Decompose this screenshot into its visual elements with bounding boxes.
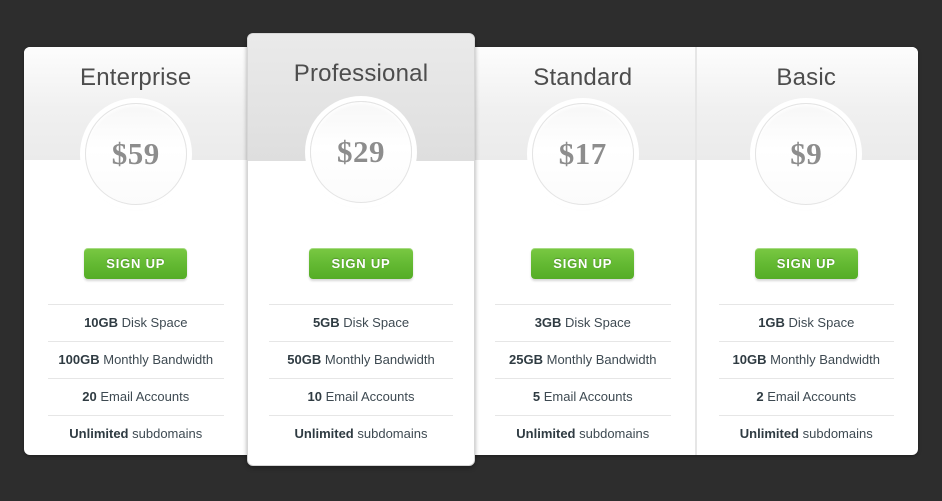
feature-label: subdomains — [579, 426, 650, 442]
feature-value: 50GB — [287, 352, 322, 368]
feature-label: Monthly Bandwidth — [770, 352, 880, 368]
plan-price: $59 — [111, 136, 160, 172]
feature-list: 10GB Disk Space 100GB Monthly Bandwidth … — [48, 304, 224, 452]
feature-label: Disk Space — [343, 315, 410, 331]
signup-button[interactable]: SIGN UP — [84, 248, 188, 280]
pricing-column-professional-featured: Professional $29 SIGN UP 5GB Disk Space … — [247, 33, 475, 466]
signup-button[interactable]: SIGN UP — [754, 248, 858, 280]
feature-item: Unlimited subdomains — [48, 415, 224, 452]
feature-value: 10GB — [84, 315, 119, 331]
feature-label: subdomains — [802, 426, 873, 442]
feature-label: Disk Space — [788, 315, 855, 331]
plan-price: $17 — [558, 136, 607, 172]
feature-value: 1GB — [758, 315, 785, 331]
feature-label: Monthly Bandwidth — [103, 352, 214, 368]
feature-value: Unlimited — [294, 426, 354, 442]
feature-item: 10GB Disk Space — [48, 304, 224, 341]
feature-value: 100GB — [58, 352, 100, 368]
feature-label: subdomains — [132, 426, 203, 442]
feature-item: 20 Email Accounts — [48, 378, 224, 415]
feature-value: Unlimited — [516, 426, 576, 442]
pricing-page: Enterprise $59 SIGN UP 10GB Disk Space 1… — [0, 0, 942, 501]
feature-value: 3GB — [534, 315, 562, 331]
feature-label: Monthly Bandwidth — [546, 352, 657, 368]
feature-item: 5GB Disk Space — [269, 304, 453, 341]
feature-value: 5 — [532, 389, 541, 405]
feature-item: Unlimited subdomains — [495, 415, 671, 452]
feature-label: Email Accounts — [325, 389, 415, 405]
plan-title: Basic — [776, 64, 837, 91]
feature-label: subdomains — [357, 426, 428, 442]
feature-item: 10 Email Accounts — [269, 378, 453, 415]
feature-item: 100GB Monthly Bandwidth — [48, 341, 224, 378]
plan-price: $29 — [337, 134, 385, 170]
feature-value: 5GB — [312, 315, 340, 331]
feature-list: 3GB Disk Space 25GB Monthly Bandwidth 5 … — [495, 304, 671, 452]
pricing-column-standard: Standard $17 SIGN UP 3GB Disk Space 25GB… — [471, 47, 695, 455]
plan-price: $9 — [790, 136, 823, 172]
feature-value: Unlimited — [69, 426, 129, 442]
feature-item: Unlimited subdomains — [718, 415, 894, 452]
pricing-column-enterprise: Enterprise $59 SIGN UP 10GB Disk Space 1… — [24, 47, 248, 455]
pricing-column-basic: Basic $9 SIGN UP 1GB Disk Space 10GB Mon… — [694, 47, 919, 455]
price-circle: $29 — [310, 101, 412, 204]
feature-item: 3GB Disk Space — [495, 304, 671, 341]
feature-item: Unlimited subdomains — [269, 415, 453, 452]
plan-title: Standard — [533, 64, 633, 91]
price-circle: $9 — [755, 103, 858, 206]
price-circle: $17 — [531, 103, 634, 206]
feature-label: Email Accounts — [767, 389, 857, 405]
feature-item: 10GB Monthly Bandwidth — [718, 341, 894, 378]
feature-list: 1GB Disk Space 10GB Monthly Bandwidth 2 … — [718, 304, 894, 452]
feature-value: 10 — [307, 389, 322, 405]
feature-value: 10GB — [732, 352, 767, 368]
signup-button[interactable]: SIGN UP — [531, 248, 635, 280]
feature-value: 20 — [82, 389, 97, 405]
price-circle: $59 — [84, 103, 187, 206]
feature-value: 25GB — [509, 352, 543, 368]
feature-value: Unlimited — [739, 426, 799, 442]
feature-item: 50GB Monthly Bandwidth — [269, 341, 453, 378]
feature-item: 25GB Monthly Bandwidth — [495, 341, 671, 378]
feature-item: 2 Email Accounts — [718, 378, 894, 415]
plan-title: Enterprise — [80, 64, 192, 91]
feature-list: 5GB Disk Space 50GB Monthly Bandwidth 10… — [269, 304, 453, 452]
feature-label: Disk Space — [565, 315, 631, 331]
plan-title: Professional — [293, 60, 429, 87]
feature-value: 2 — [756, 389, 764, 405]
feature-item: 1GB Disk Space — [718, 304, 894, 341]
feature-label: Disk Space — [121, 315, 188, 331]
feature-label: Monthly Bandwidth — [324, 352, 435, 368]
feature-item: 5 Email Accounts — [495, 378, 671, 415]
signup-button[interactable]: SIGN UP — [309, 248, 413, 280]
feature-label: Email Accounts — [543, 389, 633, 405]
feature-label: Email Accounts — [100, 389, 190, 405]
